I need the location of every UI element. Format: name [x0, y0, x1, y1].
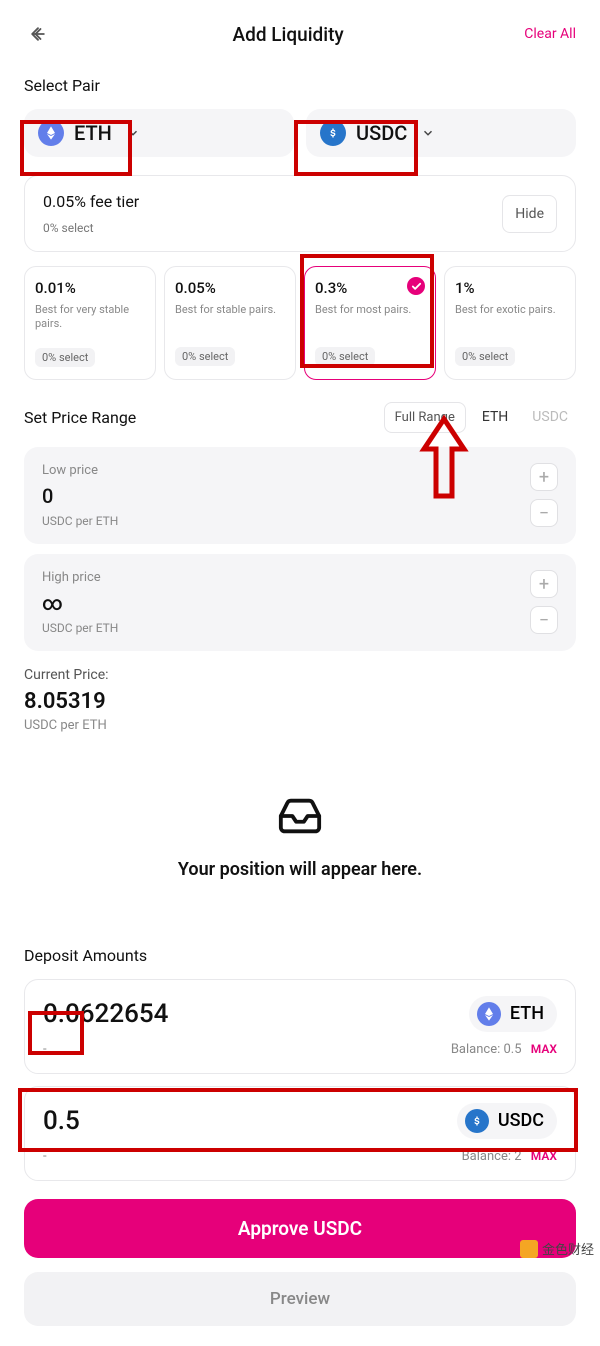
- position-empty-state: Your position will appear here.: [24, 743, 576, 920]
- fee-tier-option-1[interactable]: 0.05% Best for stable pairs. 0% select: [164, 266, 296, 380]
- deposit-b-symbol: USDC: [498, 1110, 544, 1131]
- clear-all-link[interactable]: Clear All: [524, 26, 576, 42]
- approve-button[interactable]: Approve USDC: [24, 1199, 576, 1258]
- high-price-value: ∞: [42, 591, 118, 615]
- deposit-b-balance: 2: [514, 1149, 521, 1164]
- hide-button[interactable]: Hide: [502, 195, 557, 233]
- page-title: Add Liquidity: [233, 23, 344, 46]
- tier-select-badge: 0% select: [315, 347, 375, 366]
- watermark: 金色财经: [520, 1239, 594, 1258]
- chevron-down-icon: [421, 126, 435, 140]
- token-b-selector[interactable]: USDC: [306, 109, 576, 157]
- eth-icon: [38, 120, 64, 146]
- tier-desc: Best for very stable pairs.: [35, 303, 145, 332]
- current-price-value: 8.05319: [24, 689, 576, 714]
- arrow-left-icon: [28, 24, 48, 44]
- low-price-decrement[interactable]: −: [530, 499, 558, 527]
- deposit-a-max-button[interactable]: MAX: [531, 1042, 557, 1056]
- current-price-block: Current Price: 8.05319 USDC per ETH: [24, 667, 576, 733]
- low-price-unit: USDC per ETH: [42, 514, 118, 528]
- tier-percent: 0.05%: [175, 279, 285, 297]
- fee-tier-option-2[interactable]: 0.3% Best for most pairs. 0% select: [304, 266, 436, 380]
- check-icon: [407, 277, 425, 295]
- balance-label: Balance:: [462, 1149, 511, 1164]
- high-price-label: High price: [42, 570, 118, 585]
- deposit-b-sub: -: [43, 1149, 47, 1164]
- high-price-unit: USDC per ETH: [42, 621, 118, 635]
- full-range-button[interactable]: Full Range: [384, 402, 466, 433]
- deposit-amount-a: 0.0622654 ETH - Balance: 0.5 MAX: [24, 979, 576, 1074]
- tier-desc: Best for most pairs.: [315, 303, 425, 331]
- deposit-a-sub: -: [43, 1042, 47, 1057]
- fee-tier-label: 0.05% fee tier: [43, 192, 139, 211]
- back-button[interactable]: [24, 20, 52, 48]
- low-price-value: 0: [42, 484, 118, 508]
- position-empty-text: Your position will appear here.: [24, 859, 576, 880]
- eth-icon: [477, 1002, 501, 1026]
- usdc-icon: [320, 120, 346, 146]
- token-a-selector[interactable]: ETH: [24, 109, 294, 157]
- token-a-symbol: ETH: [74, 121, 112, 145]
- fee-tier-option-3[interactable]: 1% Best for exotic pairs. 0% select: [444, 266, 576, 380]
- deposit-a-symbol: ETH: [510, 1003, 544, 1024]
- current-price-unit: USDC per ETH: [24, 718, 576, 733]
- tier-desc: Best for exotic pairs.: [455, 303, 565, 331]
- deposit-b-token-chip[interactable]: USDC: [457, 1103, 557, 1139]
- chevron-down-icon: [126, 126, 140, 140]
- deposit-amount-b: 0.5 USDC - Balance: 2 MAX: [24, 1086, 576, 1181]
- balance-label: Balance:: [451, 1042, 500, 1057]
- inbox-icon: [277, 793, 323, 839]
- fee-tier-option-0[interactable]: 0.01% Best for very stable pairs. 0% sel…: [24, 266, 156, 380]
- tier-desc: Best for stable pairs.: [175, 303, 285, 331]
- range-token-a-tab[interactable]: ETH: [474, 403, 516, 431]
- low-price-box: Low price 0 USDC per ETH + −: [24, 447, 576, 544]
- set-price-range-label: Set Price Range: [24, 408, 136, 427]
- deposit-b-input[interactable]: 0.5: [43, 1106, 80, 1136]
- deposit-amounts-label: Deposit Amounts: [24, 946, 576, 965]
- deposit-a-token-chip[interactable]: ETH: [469, 996, 557, 1032]
- tier-percent: 0.01%: [35, 279, 145, 297]
- fee-tier-select-pct: 0% select: [43, 221, 139, 235]
- deposit-a-input[interactable]: 0.0622654: [43, 999, 168, 1029]
- low-price-increment[interactable]: +: [530, 463, 558, 491]
- deposit-b-max-button[interactable]: MAX: [531, 1149, 557, 1163]
- token-b-symbol: USDC: [356, 121, 407, 145]
- high-price-increment[interactable]: +: [530, 570, 558, 598]
- usdc-icon: [465, 1109, 489, 1133]
- tier-select-badge: 0% select: [455, 347, 515, 366]
- watermark-icon: [520, 1240, 538, 1258]
- tier-select-badge: 0% select: [175, 347, 235, 366]
- preview-button[interactable]: Preview: [24, 1272, 576, 1326]
- select-pair-label: Select Pair: [24, 76, 576, 95]
- high-price-box: High price ∞ USDC per ETH + −: [24, 554, 576, 651]
- fee-tier-summary: 0.05% fee tier 0% select Hide: [24, 175, 576, 252]
- header: Add Liquidity Clear All: [24, 20, 576, 48]
- deposit-a-balance: 0.5: [504, 1042, 522, 1057]
- current-price-label: Current Price:: [24, 667, 576, 683]
- high-price-decrement[interactable]: −: [530, 606, 558, 634]
- low-price-label: Low price: [42, 463, 118, 478]
- tier-percent: 1%: [455, 279, 565, 297]
- watermark-text: 金色财经: [542, 1239, 594, 1258]
- tier-select-badge: 0% select: [35, 348, 95, 367]
- range-token-b-tab[interactable]: USDC: [524, 403, 576, 431]
